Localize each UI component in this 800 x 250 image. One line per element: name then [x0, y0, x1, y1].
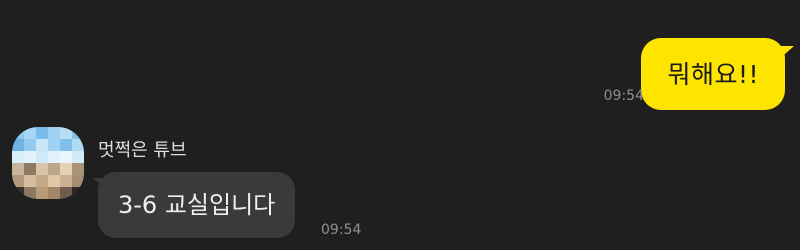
avatar-pixel [24, 175, 36, 187]
avatar-pixel [48, 187, 60, 199]
incoming-message-bubble[interactable]: 3-6 교실입니다 [98, 172, 296, 238]
avatar-pixel [12, 139, 24, 151]
incoming-message-text: 3-6 교실입니다 [118, 191, 276, 219]
avatar-pixel [60, 175, 72, 187]
avatar-pixel [60, 139, 72, 151]
avatar-pixel [36, 175, 48, 187]
avatar-pixel [24, 127, 36, 139]
avatar-pixel [60, 127, 72, 139]
avatar-pixel [36, 139, 48, 151]
avatar-pixel [12, 127, 24, 139]
avatar-pixel [36, 151, 48, 163]
avatar-pixel [36, 187, 48, 199]
sender-name[interactable]: 멋쩍은 튜브 [98, 136, 187, 162]
avatar-pixel [72, 175, 84, 187]
avatar-pixel [24, 187, 36, 199]
avatar-pixel [12, 175, 24, 187]
avatar-pixel [12, 163, 24, 175]
outgoing-message-text: 뭐해요!! [667, 59, 759, 89]
avatar-pixel [48, 175, 60, 187]
avatar-pixel [36, 163, 48, 175]
avatar-pixel [12, 187, 24, 199]
avatar-pixel [24, 163, 36, 175]
avatar-pixel [48, 127, 60, 139]
avatar-pixel [12, 151, 24, 163]
avatar-pixel [72, 127, 84, 139]
outgoing-message-time: 09:54 [603, 88, 644, 104]
incoming-message-time: 09:54 [321, 222, 362, 238]
avatar-pixel [36, 127, 48, 139]
avatar-pixel [60, 163, 72, 175]
avatar-pixel [48, 139, 60, 151]
avatar-pixel [48, 151, 60, 163]
avatar-pixel [72, 163, 84, 175]
chat-window: 뭐해요!! 09:54 멋쩍은 튜브 3-6 교실입니다 09:54 [0, 0, 800, 250]
avatar-pixel [72, 151, 84, 163]
avatar-pixel [60, 151, 72, 163]
avatar[interactable] [12, 127, 84, 199]
avatar-pixel [24, 151, 36, 163]
avatar-pixel [72, 187, 84, 199]
avatar-pixel [48, 163, 60, 175]
avatar-pixel [72, 139, 84, 151]
avatar-pixel [24, 139, 36, 151]
avatar-pixel [60, 187, 72, 199]
outgoing-message-bubble[interactable]: 뭐해요!! [641, 38, 785, 110]
